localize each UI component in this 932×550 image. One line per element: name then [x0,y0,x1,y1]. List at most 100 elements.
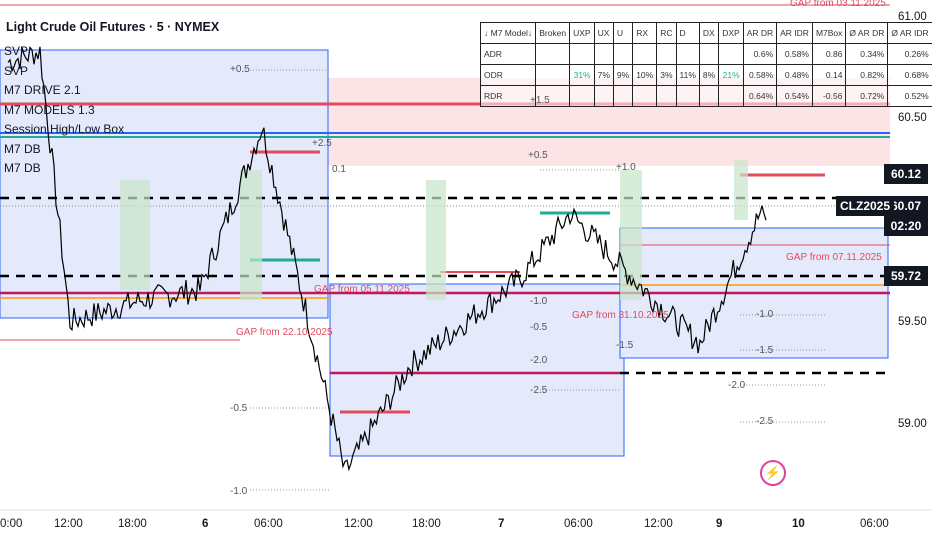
legend-item[interactable]: M7 DB [4,159,124,179]
indicator-legend: SVP SVP M7 DRIVE 2.1 M7 MODELS 1.3 Sessi… [4,42,124,179]
time-axis-label: 12:00 [644,518,673,530]
stats-header-cell: D [675,22,700,44]
time-axis-label: 10 [792,518,805,530]
stats-row-label: RDR [479,85,537,107]
time-axis-label: 7 [498,518,505,530]
legend-item[interactable]: M7 MODELS 1.3 [4,101,124,121]
gap-label: GAP from 03.11.2025 [790,0,886,9]
level-label: -2.5 [530,385,548,396]
stats-cell: 0.68% [887,64,932,86]
stats-cell [632,85,658,107]
stats-cell: 7% [593,64,614,86]
level-label: -1.5 [616,340,634,351]
stats-cell: 8% [698,64,720,86]
stats-row-label: ADR [479,43,537,65]
stats-header-cell: M7Box [811,22,847,44]
stats-cell: 11% [675,64,700,86]
price-axis-label: 60.50 [898,112,927,124]
stats-header-cell: RC [656,22,677,44]
time-axis-label: 06:00 [254,518,283,530]
time-axis-label: 12:00 [344,518,373,530]
stats-cell [656,85,677,107]
stats-cell [656,43,677,65]
gap-label: GAP from 05.11.2025 [314,284,410,295]
stats-cell: 0.64% [742,85,778,107]
time-axis-label: 06:00 [564,518,593,530]
stats-cell [593,43,614,65]
stats-cell: 0.58% [742,64,778,86]
price-axis-label: 61.00 [898,11,927,23]
legend-item[interactable]: Session High/Low Box [4,120,124,140]
level-label: +0.5 [528,150,548,161]
level-label: -0.5 [230,403,248,414]
level-label: -2.0 [530,355,548,366]
stats-cell [535,43,571,65]
stats-cell [718,43,744,65]
stats-cell: 3% [656,64,677,86]
level-label: +0.5 [230,64,250,75]
stats-cell [718,85,744,107]
stats-header-cell: U [612,22,634,44]
time-axis-label: 18:00 [412,518,441,530]
stats-cell: -0.56 [811,85,847,107]
legend-item[interactable]: SVP [4,62,124,82]
time-axis-label: 18:00 [118,518,147,530]
stats-cell: 0.26% [887,43,932,65]
stats-header-cell: UX [593,22,614,44]
level-label: +1.5 [530,95,550,106]
stats-cell: 0.54% [776,85,813,107]
stats-cell: 0.72% [845,85,889,107]
stats-cell: 0.82% [845,64,889,86]
stats-cell: 0.48% [776,64,813,86]
gap-label: GAP from 22.10.2025 [236,327,333,338]
bar-countdown: 02:20 [884,216,928,236]
stats-cell [675,85,700,107]
time-axis-label: 12:00 [54,518,83,530]
legend-item[interactable]: M7 DB [4,140,124,160]
stats-cell: 0.58% [776,43,813,65]
time-axis-label: 0:00 [0,518,23,530]
stats-header-cell: Ø AR DR [845,22,889,44]
stats-header-cell: AR DR [742,22,778,44]
level-label: -0.5 [530,322,548,333]
stats-header-cell: ↓ M7 Model↓ [479,22,537,44]
stats-cell [698,85,720,107]
level-label: +2.5 [312,138,332,149]
gap-label: GAP from 31.10.2025 [572,310,669,321]
stats-cell: 31% [569,64,595,86]
stats-header-cell: RX [632,22,658,44]
stats-header-cell: UXP [569,22,595,44]
stats-cell: 0.14 [811,64,847,86]
stats-cell: 0.6% [742,43,778,65]
stats-header-cell: DXP [718,22,744,44]
stats-header-cell: DX [698,22,720,44]
stats-header-cell: AR IDR [776,22,813,44]
stats-header-cell: Ø AR IDR [887,22,932,44]
stats-cell [632,43,658,65]
level-label: -1.0 [756,309,774,320]
stats-cell: 0.86 [811,43,847,65]
legend-item[interactable]: M7 DRIVE 2.1 [4,81,124,101]
time-axis-label: 9 [716,518,723,530]
stats-cell [612,85,634,107]
price-axis-label: 59.00 [898,418,927,430]
stats-cell: 0.34% [845,43,889,65]
level-label: -1.5 [756,345,774,356]
stats-cell [675,43,700,65]
time-axis-label: 06:00 [860,518,889,530]
price-tag-level: 59.72 [884,266,928,286]
stats-cell [593,85,614,107]
stats-cell [698,43,720,65]
stats-header-row: ↓ M7 Model↓ Broken UXP UX U RX RC D DX D… [479,22,932,44]
price-axis-label: 59.50 [898,316,927,328]
stats-cell: 0.52% [887,85,932,107]
time-axis-label: 6 [202,518,209,530]
stats-cell: 10% [632,64,658,86]
chart-title: Light Crude Oil Futures · 5 · NYMEX [6,20,220,34]
level-label: -2.5 [756,416,774,427]
legend-item[interactable]: SVP [4,42,124,62]
stats-cell [535,64,571,86]
level-label: -1.0 [230,486,248,497]
lightning-icon[interactable]: ⚡ [760,460,786,486]
stats-cell [569,85,595,107]
